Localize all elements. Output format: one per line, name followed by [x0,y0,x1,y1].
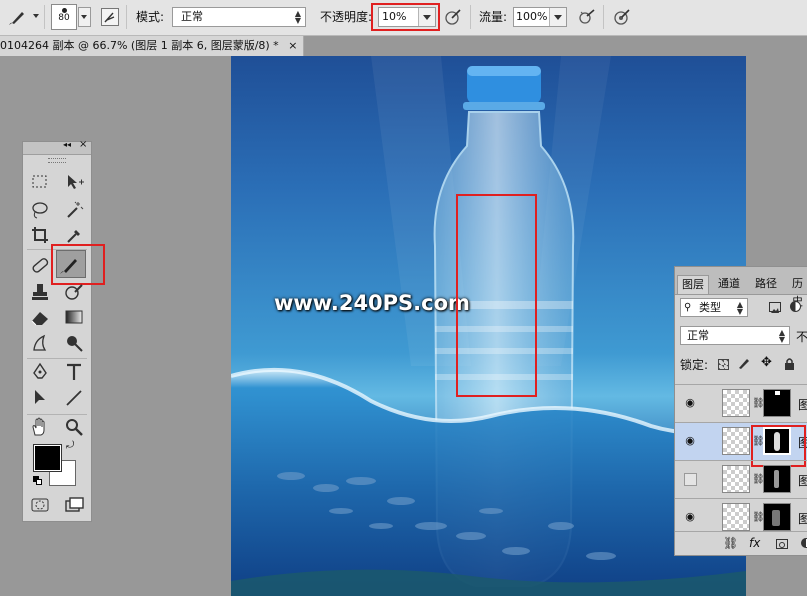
tab-history[interactable]: 历史 [788,275,807,308]
default-colors-icon[interactable] [33,476,42,485]
select-updown-icon: ▲ ▼ [736,300,743,316]
watermark-text: www.240PS.com [274,291,470,315]
brush-tool-highlight-box [51,244,105,285]
foreground-color-swatch[interactable] [33,444,62,472]
options-bar: 80 模式: 正常 ▲ ▼ 不透明度: 10% 流量: 100% [0,0,807,36]
layer-thumbnail[interactable] [722,389,750,417]
layer-mask-thumbnail[interactable] [763,503,791,531]
panel-grip[interactable] [48,158,66,163]
lock-all-icon[interactable] [784,357,795,370]
zoom-tool-icon[interactable] [63,416,85,438]
lock-position-icon[interactable]: ✥ [761,356,775,370]
path-selection-tool-icon[interactable] [29,387,51,409]
line-tool-icon[interactable] [63,387,85,409]
add-mask-icon[interactable] [776,539,788,549]
layer-opacity-label: 不 [796,330,807,344]
close-icon[interactable]: × [288,39,297,52]
tools-panel-header[interactable]: ◂◂ × [23,139,91,155]
opacity-highlight-box [371,3,440,31]
brush-tool-preset-icon[interactable] [8,8,30,26]
divider [27,358,87,359]
document-tab[interactable]: 0104264 副本 @ 66.7% (图层 1 副本 6, 图层蒙版/8) *… [0,36,304,56]
brush-panel-toggle-icon[interactable] [101,8,119,26]
screen-mode-icon[interactable] [63,494,85,516]
visibility-toggle-empty[interactable] [684,473,697,486]
layer-blend-mode-select[interactable]: 正常 ▲ ▼ [680,326,790,345]
layer-name[interactable]: 图 [798,396,807,413]
flow-label: 流量: [479,10,508,24]
divider [27,414,87,415]
lasso-tool-icon[interactable] [29,199,51,221]
filter-adjustment-icon[interactable] [790,301,801,312]
lock-pixels-icon[interactable] [737,356,751,370]
layer-thumbnail[interactable] [722,503,750,531]
layer-mask-thumbnail[interactable] [763,465,791,493]
clone-stamp-tool-icon[interactable] [29,281,51,303]
layer-name[interactable]: 图 [798,510,807,527]
layer-thumbnail[interactable] [722,427,750,455]
dodge-tool-icon[interactable] [63,332,85,354]
layer-name[interactable]: 图 [798,472,807,489]
blend-mode-select[interactable]: 正常 ▲ ▼ [172,7,306,27]
layers-panel-footer: ⛓ fx [675,531,807,555]
flow-value: 100% [516,10,548,23]
eyedropper-tool-icon[interactable] [63,224,85,246]
layers-panel: 图层 通道 路径 历史 ⚲ 类型 ▲▼ 正常 ▲▼ 不 锁定: ✥ ◉ ⛓ 图 … [674,266,807,556]
document-canvas[interactable]: www.240PS.com [231,56,746,596]
document-tab-title: 0104264 副本 @ 66.7% (图层 1 副本 6, 图层蒙版/8) * [0,39,279,52]
layer-row[interactable]: ⛓ 图 [675,460,807,498]
marquee-tool-icon[interactable] [29,171,51,193]
select-updown-icon: ▲ ▼ [294,9,301,25]
layer-filter-select[interactable]: ⚲ 类型 ▲ ▼ [680,298,748,317]
flow-dropdown-arrow[interactable] [549,8,566,26]
move-tool-icon[interactable] [63,171,85,193]
crop-tool-icon[interactable] [29,224,51,246]
hand-tool-icon[interactable] [29,416,51,438]
collapse-panel-icon[interactable]: ◂◂ [63,140,71,149]
tab-channels[interactable]: 通道 [714,275,744,293]
filter-image-icon[interactable] [769,302,781,313]
history-brush-tool-icon[interactable] [63,281,85,303]
search-icon: ⚲ [684,302,692,313]
lock-transparent-icon[interactable] [718,359,729,370]
brush-size-value: 80 [58,13,70,23]
eye-icon[interactable]: ◉ [684,511,696,523]
close-icon[interactable]: × [79,139,87,150]
tab-layers[interactable]: 图层 [677,275,709,294]
type-tool-icon[interactable] [63,361,85,383]
opacity-label: 不透明度: [320,10,373,24]
select-updown-icon: ▲ ▼ [778,328,785,344]
healing-brush-tool-icon[interactable] [29,254,51,276]
pen-tool-icon[interactable] [29,361,51,383]
eye-icon[interactable]: ◉ [684,435,696,447]
gradient-tool-icon[interactable] [63,306,85,328]
magic-wand-tool-icon[interactable] [63,199,85,221]
blur-tool-icon[interactable] [29,332,51,354]
pressure-size-icon[interactable] [613,8,631,26]
layer-thumbnail[interactable] [722,465,750,493]
tools-panel: ◂◂ × ⤾ [22,139,105,522]
adjustment-layer-icon[interactable] [801,538,807,548]
blend-mode-value: 正常 [181,10,203,23]
swap-colors-icon[interactable]: ⤾ [66,441,76,451]
brush-area-highlight-box [456,194,537,397]
add-layer-style-icon[interactable]: fx [749,536,760,550]
eye-icon[interactable]: ◉ [684,397,696,409]
link-layers-icon[interactable]: ⛓ [723,536,738,550]
mode-label: 模式: [136,10,165,24]
brush-size-dropdown-arrow[interactable] [78,7,91,27]
lock-label: 锁定: [680,358,709,372]
brush-size-picker[interactable]: 80 [51,4,77,30]
layer-filter-value: 类型 [699,301,721,314]
layer-blend-mode-value: 正常 [687,329,709,342]
pressure-opacity-icon[interactable] [444,8,462,26]
layer-mask-thumbnail[interactable] [763,389,791,417]
eraser-tool-icon[interactable] [29,306,51,328]
airbrush-icon[interactable] [577,8,595,26]
layer-row[interactable]: ◉ ⛓ 图 [675,384,807,422]
quick-mask-icon[interactable] [29,494,51,516]
tab-paths[interactable]: 路径 [751,275,781,293]
chevron-down-icon[interactable] [33,14,39,18]
flow-input[interactable]: 100% [513,7,567,27]
